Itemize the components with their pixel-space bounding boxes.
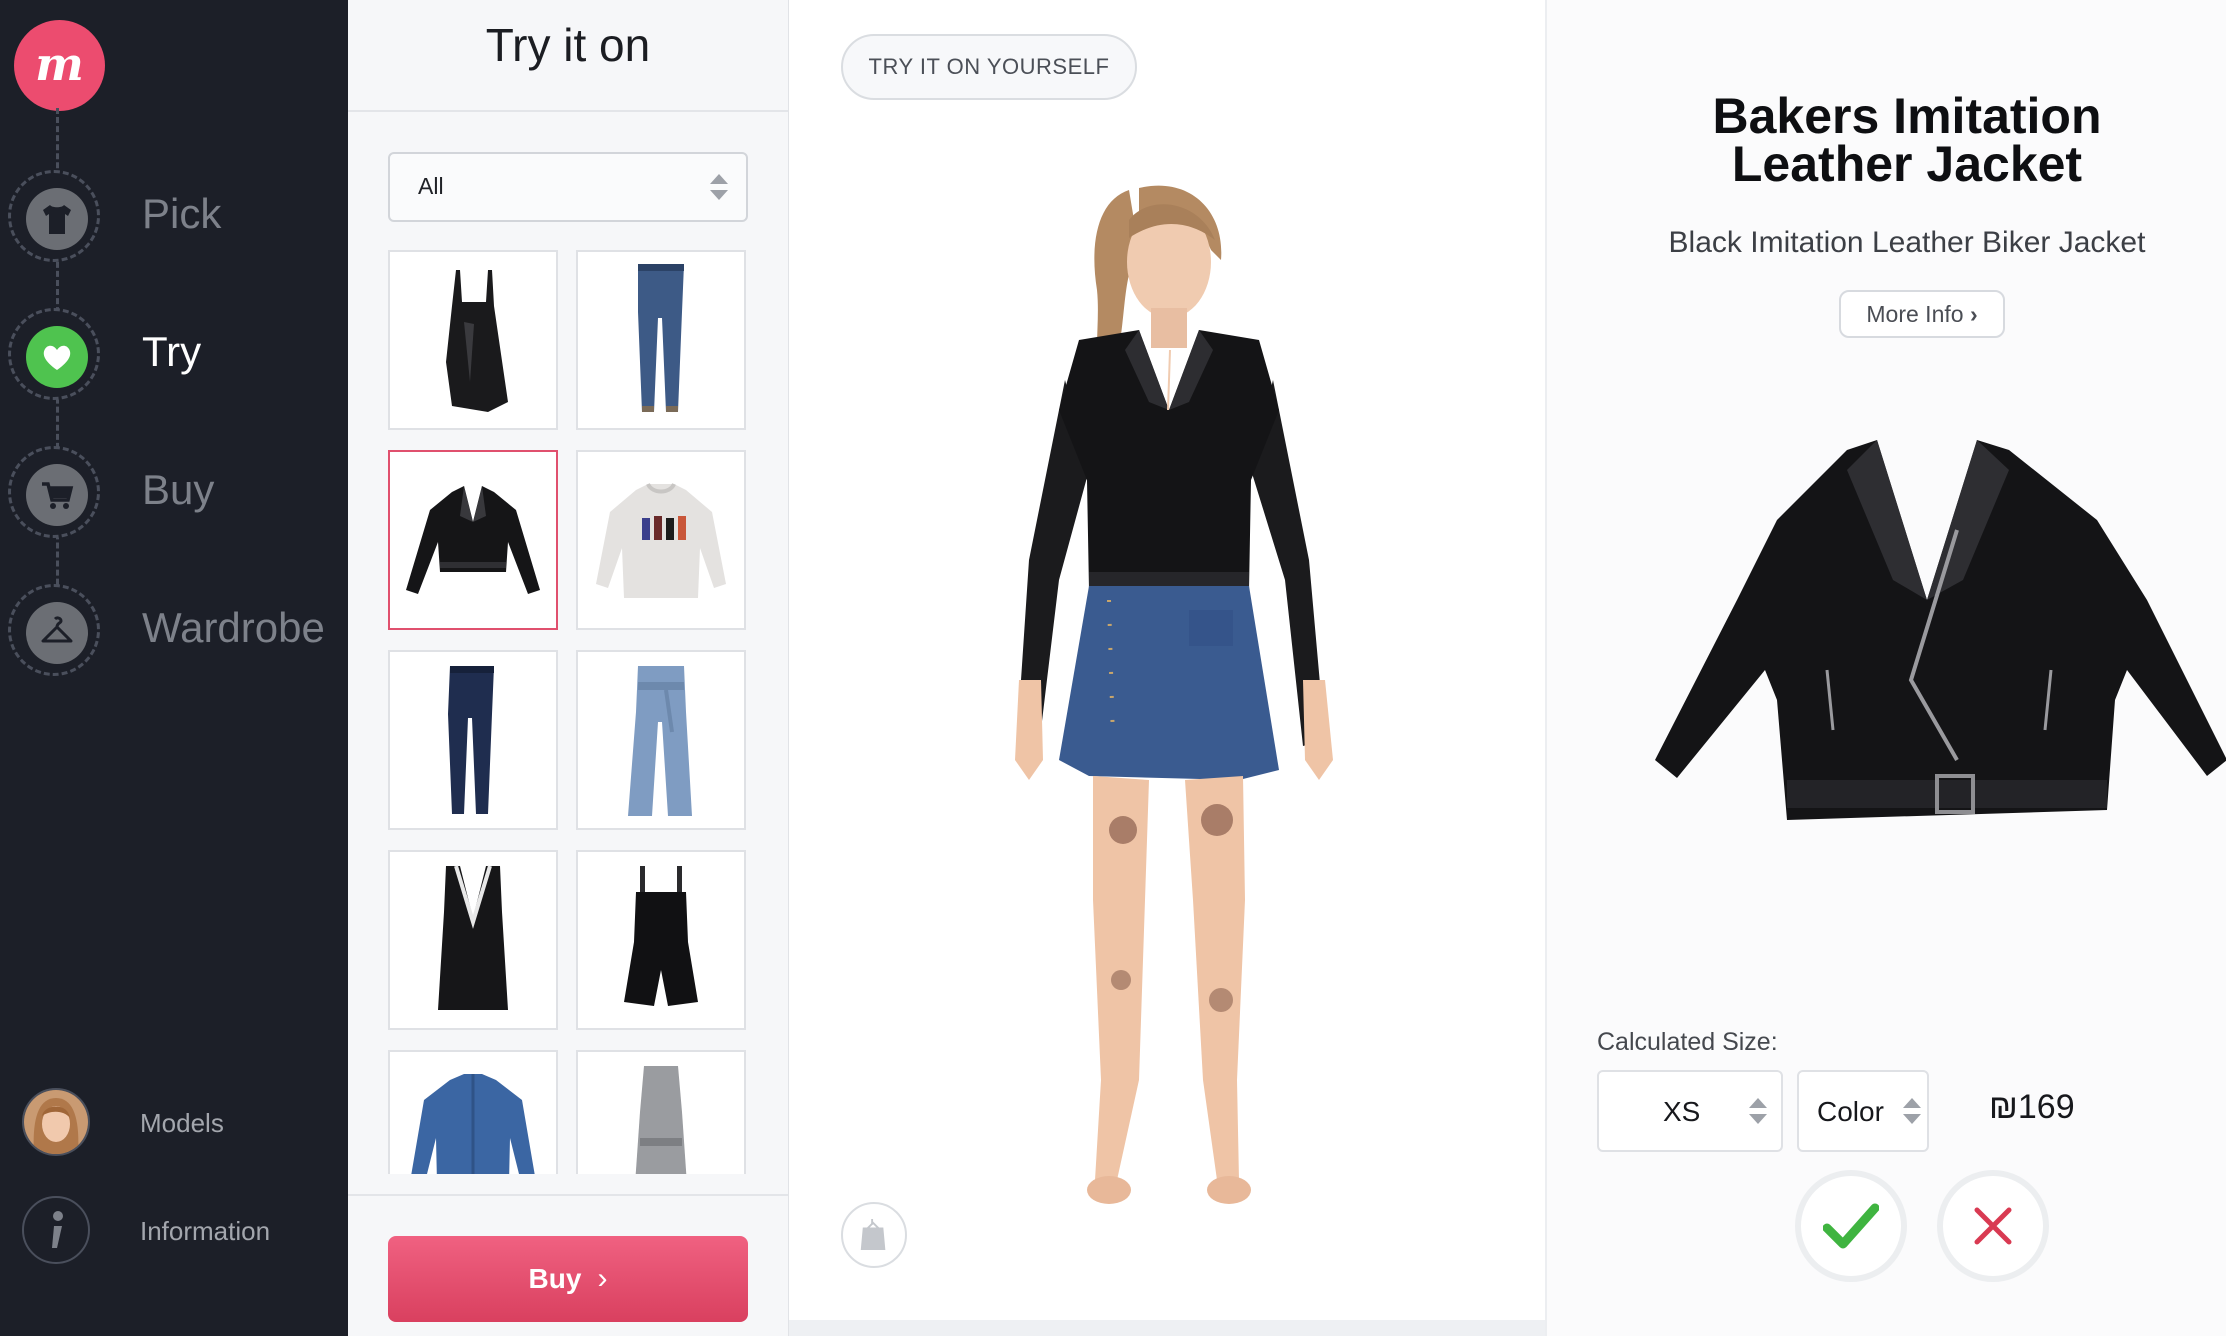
garment-tile-sweatshirt[interactable] bbox=[576, 450, 746, 630]
select-arrows-icon bbox=[710, 174, 728, 200]
step-buy[interactable]: Buy bbox=[0, 438, 348, 554]
product-description: Black Imitation Leather Biker Jacket bbox=[1668, 226, 2146, 259]
step-try[interactable]: Try bbox=[0, 300, 348, 416]
more-info-label: More Info bbox=[1866, 301, 1964, 327]
reject-button[interactable] bbox=[1937, 1170, 2049, 1282]
category-filter-select[interactable]: All bbox=[388, 152, 748, 222]
divider bbox=[348, 110, 788, 112]
select-arrows-icon bbox=[1749, 1098, 1767, 1124]
model-figure bbox=[1015, 185, 1333, 1204]
size-caption: Calculated Size: bbox=[1597, 1028, 1778, 1056]
garment-tile-leather-jacket[interactable] bbox=[388, 450, 558, 630]
garment-grid[interactable] bbox=[348, 250, 788, 1174]
more-info-button[interactable]: More Info › bbox=[1839, 290, 2005, 338]
chevron-right-icon: › bbox=[1969, 301, 1978, 327]
product-price: ₪169 bbox=[1989, 1088, 2075, 1126]
size-value: XS bbox=[1663, 1096, 1701, 1127]
try-it-on-yourself-button[interactable]: TRY IT ON YOURSELF bbox=[841, 34, 1137, 100]
model-avatar-icon bbox=[22, 1088, 90, 1156]
buy-button-label: Buy bbox=[528, 1263, 582, 1294]
garment-tile-wide-leg-jeans[interactable] bbox=[576, 650, 746, 830]
tshirt-icon bbox=[26, 188, 88, 250]
filter-value: All bbox=[418, 173, 444, 199]
chevron-right-icon: › bbox=[597, 1262, 608, 1295]
divider bbox=[348, 1194, 788, 1196]
color-select[interactable]: Color bbox=[1797, 1070, 1929, 1152]
garment-tile-vneck-dress[interactable] bbox=[388, 850, 558, 1030]
step-wardrobe[interactable]: Wardrobe bbox=[0, 576, 348, 692]
models-link[interactable]: Models bbox=[0, 1080, 348, 1164]
cart-icon bbox=[26, 464, 88, 526]
step-label-pick: Pick bbox=[142, 190, 222, 237]
info-icon bbox=[22, 1196, 90, 1264]
product-image bbox=[1655, 440, 2226, 820]
garment-tile-slip-top[interactable] bbox=[388, 250, 558, 430]
catalog-title: Try it on bbox=[485, 19, 651, 71]
step-pick[interactable]: Pick bbox=[0, 162, 348, 278]
step-label-wardrobe: Wardrobe bbox=[142, 604, 325, 651]
product-name: Bakers Imitation Leather Jacket bbox=[1712, 88, 2102, 192]
closet-icon bbox=[860, 1219, 886, 1251]
heart-icon bbox=[26, 326, 88, 388]
garment-tile-skinny-jeans[interactable] bbox=[576, 250, 746, 430]
buy-button[interactable]: Buy › bbox=[388, 1236, 748, 1322]
app-logo[interactable]: m bbox=[14, 20, 105, 111]
hanger-icon bbox=[26, 602, 88, 664]
catalog-panel: Try it on All Buy › bbox=[348, 0, 789, 1336]
step-ring bbox=[8, 446, 100, 538]
step-label-try: Try bbox=[142, 328, 202, 375]
closet-button[interactable] bbox=[841, 1202, 907, 1268]
step-label-buy: Buy bbox=[142, 466, 215, 513]
size-select[interactable]: XS bbox=[1597, 1070, 1783, 1152]
product-details-panel: Bakers Imitation Leather Jacket Black Im… bbox=[1545, 0, 2226, 1336]
models-label: Models bbox=[140, 1108, 224, 1138]
step-ring bbox=[8, 170, 100, 262]
accept-button[interactable] bbox=[1795, 1170, 1907, 1282]
stage-bottom-bar bbox=[789, 1320, 1545, 1336]
information-link[interactable]: Information bbox=[0, 1188, 348, 1272]
garment-tile-grey-dress[interactable] bbox=[576, 1050, 746, 1174]
step-ring bbox=[8, 308, 100, 400]
garment-tile-romper[interactable] bbox=[576, 850, 746, 1030]
garment-tile-denim-shirt[interactable] bbox=[388, 1050, 558, 1174]
select-arrows-icon bbox=[1903, 1098, 1921, 1124]
information-label: Information bbox=[140, 1216, 271, 1246]
close-icon bbox=[1974, 1207, 2012, 1245]
color-value: Color bbox=[1817, 1096, 1884, 1127]
step-ring bbox=[8, 584, 100, 676]
checkmark-icon bbox=[1823, 1203, 1879, 1249]
sidebar: m Pick Try Buy Wardrobe Models Informati… bbox=[0, 0, 348, 1336]
garment-tile-dark-jeans[interactable] bbox=[388, 650, 558, 830]
try-on-stage: TRY IT ON YOURSELF bbox=[789, 0, 1545, 1336]
